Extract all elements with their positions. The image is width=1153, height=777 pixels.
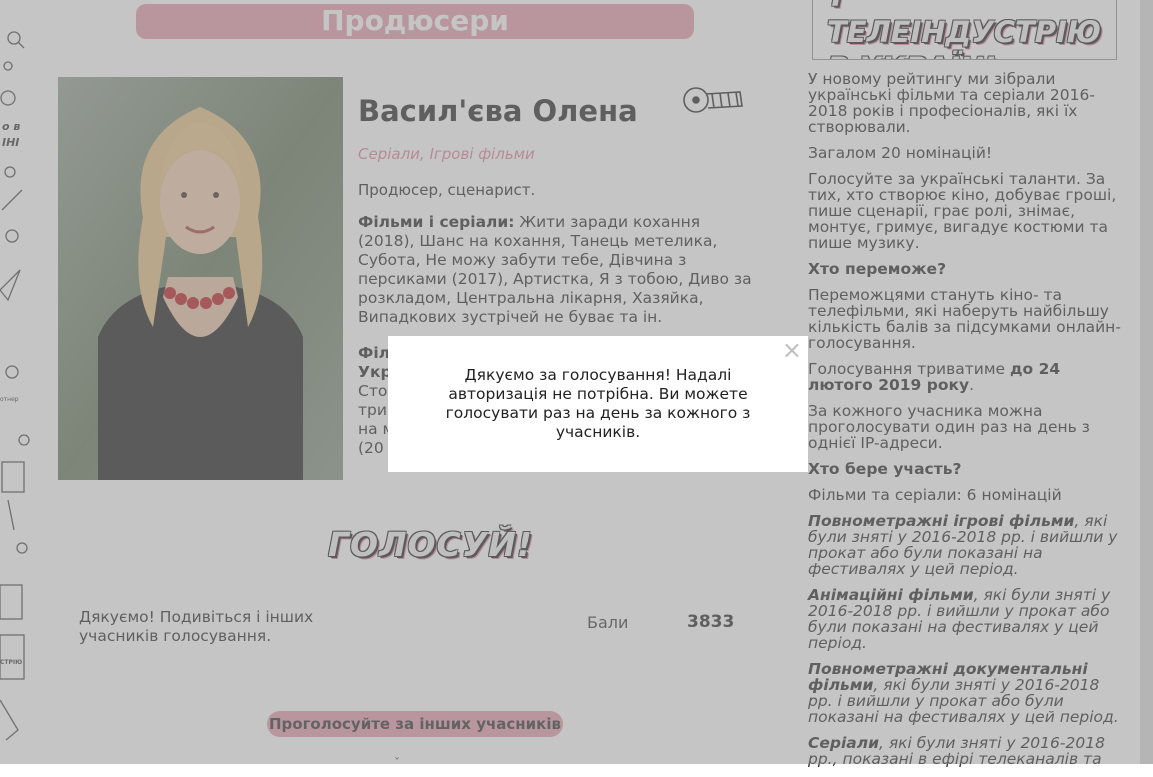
modal-message: Дякуємо за голосування! Надалі авторизац… — [445, 366, 751, 441]
vote-confirmation-modal: × Дякуємо за голосування! Надалі авториз… — [388, 336, 808, 472]
close-icon[interactable]: × — [782, 338, 802, 362]
page: о в ІНІ отнер СТРІЮ Продюсери Васил'єва … — [0, 0, 1153, 770]
